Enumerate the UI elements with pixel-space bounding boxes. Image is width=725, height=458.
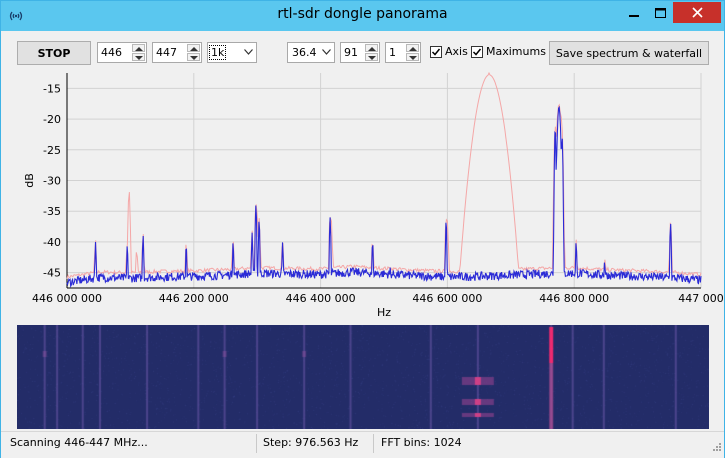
scanning-status: Scanning 446-447 MHz...	[10, 436, 148, 449]
y-tick-label: -25	[43, 144, 61, 157]
fft-bins-status: FFT bins: 1024	[381, 436, 462, 449]
y-tick-label: -35	[43, 205, 61, 218]
x-tick-label: 447 000	[678, 292, 724, 305]
y-tick-label: -45	[43, 267, 61, 280]
y-tick-label: -40	[43, 236, 61, 249]
y-tick-label: -30	[43, 175, 61, 188]
step-status: Step: 976.563 Hz	[263, 436, 359, 449]
status-bar: Scanning 446-447 MHz... Step: 976.563 Hz…	[1, 431, 724, 458]
x-tick-label: 446 400 000	[286, 292, 356, 305]
x-tick-label: 446 800 000	[539, 292, 609, 305]
waterfall-display[interactable]	[17, 325, 709, 429]
app-window: rtl-sdr dongle panorama STOP 446 447 1k …	[0, 0, 725, 458]
x-tick-label: 446 600 000	[412, 292, 482, 305]
y-tick-label: -20	[43, 113, 61, 126]
x-tick-label: 446 200 000	[159, 292, 229, 305]
y-tick-label: -15	[43, 82, 61, 95]
spectrum-chart[interactable]: -45 -40 -35 -30 -25 -20 -15 446 000 000 446 200 …	[1, 1, 724, 323]
y-axis-label: dB	[23, 173, 36, 188]
status-separator	[373, 434, 374, 453]
x-axis-label: Hz	[377, 306, 391, 319]
status-separator	[256, 434, 257, 453]
x-tick-label: 446 000 000	[32, 292, 102, 305]
resize-grip-icon[interactable]	[710, 442, 722, 454]
